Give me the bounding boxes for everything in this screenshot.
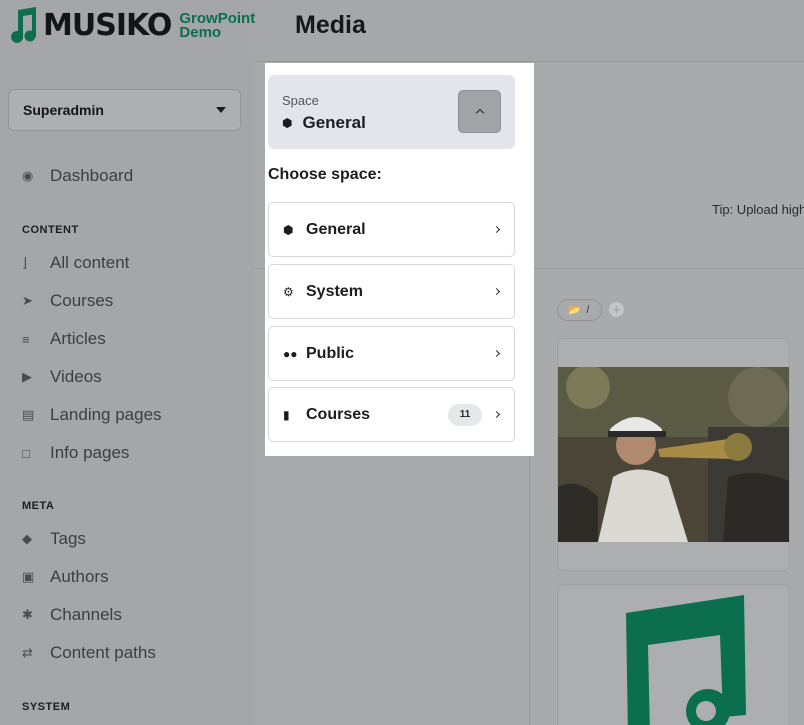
folder-path: / xyxy=(586,304,590,316)
users-icon: ●● xyxy=(283,346,298,361)
chevron-right-icon xyxy=(492,410,501,419)
space-option-system[interactable]: ⚙ System xyxy=(268,264,515,319)
chevron-up-icon xyxy=(475,108,485,118)
sidebar-item-label: All content xyxy=(50,253,130,272)
space-option-label: Courses xyxy=(306,405,371,423)
upload-tip: Tip: Upload high xyxy=(712,202,804,217)
sidebar-item-label: Info pages xyxy=(50,443,130,462)
media-thumbnail xyxy=(558,367,789,542)
sidebar-item-label: Articles xyxy=(50,329,106,348)
space-option-public[interactable]: ●● Public xyxy=(268,326,515,381)
dashboard-icon: ◉ xyxy=(22,168,34,183)
media-card[interactable] xyxy=(557,338,790,571)
folder-breadcrumb[interactable]: 📂 / xyxy=(557,299,602,321)
space-option-general[interactable]: ⬢ General xyxy=(268,202,515,257)
sidebar-item-landing-pages[interactable]: ▤ Landing pages xyxy=(22,403,162,427)
chevron-right-icon xyxy=(492,349,501,358)
sidebar-item-label: Dashboard xyxy=(50,166,134,185)
media-card[interactable] xyxy=(557,584,790,725)
asterisk-icon: ✱ xyxy=(22,607,33,622)
rss-icon: ⌋ xyxy=(22,255,28,270)
id-card-icon: ▣ xyxy=(22,569,35,584)
cube-icon: ⬢ xyxy=(282,116,293,130)
sidebar-item-label: Content paths xyxy=(50,643,156,662)
folder-open-icon: 📂 xyxy=(568,304,581,316)
sidebar-item-label: Authors xyxy=(50,567,109,586)
add-folder-button[interactable]: + xyxy=(609,302,624,317)
current-space-name: General xyxy=(302,113,366,132)
music-note-icon xyxy=(626,595,746,725)
sidebar-item-articles[interactable]: ≡ Articles xyxy=(22,327,106,351)
space-option-label: General xyxy=(306,220,366,238)
sidebar-item-tags[interactable]: ◆ Tags xyxy=(22,527,86,551)
sidebar: MUSIKO GrowPoint Demo Superadmin ◉ Dashb… xyxy=(0,0,255,725)
chevron-right-icon xyxy=(492,287,501,296)
space-option-label: Public xyxy=(306,344,355,362)
space-option-courses[interactable]: ▮ Courses 11 xyxy=(268,387,515,442)
plus-icon: + xyxy=(612,302,621,317)
sidebar-item-authors[interactable]: ▣ Authors xyxy=(22,565,109,589)
top-header: Media xyxy=(255,0,804,62)
sidebar-item-label: Tags xyxy=(50,529,86,548)
caret-down-icon xyxy=(216,107,226,113)
current-space: Space ⬢ General xyxy=(268,75,515,149)
collapse-space-picker-button[interactable] xyxy=(458,90,501,133)
shuffle-icon: ⇄ xyxy=(22,645,33,660)
logo-subtitle: GrowPoint Demo xyxy=(179,11,255,41)
music-note-icon xyxy=(11,7,36,43)
section-heading-content: CONTENT xyxy=(22,224,79,236)
sidebar-item-label: Landing pages xyxy=(50,405,162,424)
section-heading-system: SYSTEM xyxy=(22,701,71,713)
align-left-icon: ≡ xyxy=(22,331,30,347)
play-icon: ▶ xyxy=(22,369,32,384)
sidebar-item-info-pages[interactable]: □ Info pages xyxy=(22,441,129,465)
sidebar-item-channels[interactable]: ✱ Channels xyxy=(22,603,122,627)
sidebar-item-label: Courses xyxy=(50,291,114,310)
file-icon: □ xyxy=(22,445,30,461)
gear-icon: ⚙ xyxy=(283,284,294,299)
section-heading-meta: META xyxy=(22,500,55,512)
newspaper-icon: ▤ xyxy=(22,407,35,422)
role-select-value: Superadmin xyxy=(23,102,104,118)
cube-icon: ⬢ xyxy=(283,222,294,237)
sidebar-item-videos[interactable]: ▶ Videos xyxy=(22,365,102,389)
logo-subtitle-line2: Demo xyxy=(179,24,222,41)
book-icon: ▮ xyxy=(283,407,290,422)
page-title: Media xyxy=(295,11,366,39)
sidebar-item-courses[interactable]: ➤ Courses xyxy=(22,289,113,313)
sidebar-item-dashboard[interactable]: ◉ Dashboard xyxy=(22,164,133,188)
space-option-label: System xyxy=(306,282,363,300)
sidebar-item-label: Videos xyxy=(50,367,102,386)
tag-icon: ◆ xyxy=(22,531,32,546)
count-badge: 11 xyxy=(448,404,482,426)
role-select[interactable]: Superadmin xyxy=(8,89,241,131)
choose-space-heading: Choose space: xyxy=(268,166,382,183)
chevron-right-icon xyxy=(492,225,501,234)
space-label: Space xyxy=(282,93,319,108)
app-logo[interactable]: MUSIKO GrowPoint Demo xyxy=(8,6,255,46)
rocket-icon: ➤ xyxy=(22,293,33,308)
sidebar-item-content-paths[interactable]: ⇄ Content paths xyxy=(22,641,156,665)
logo-wordmark: MUSIKO xyxy=(43,8,172,43)
current-space-value: ⬢ General xyxy=(282,113,366,133)
sidebar-item-label: Channels xyxy=(50,605,122,624)
space-picker-panel: Space ⬢ General Choose space: ⬢ General … xyxy=(265,63,534,456)
sidebar-item-all-content[interactable]: ⌋ All content xyxy=(22,251,129,275)
